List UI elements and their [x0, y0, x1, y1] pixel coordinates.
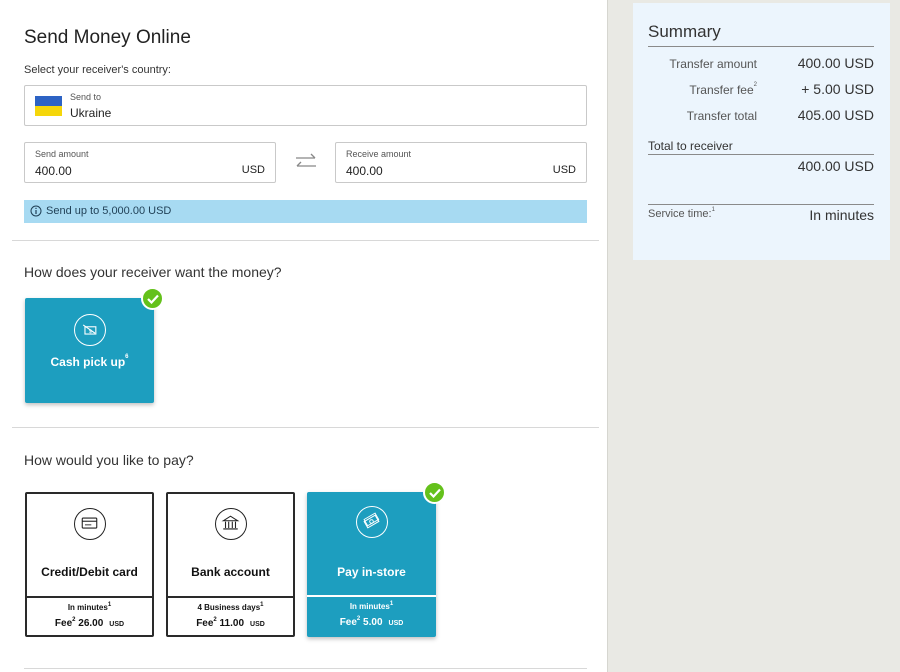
country-value: Ukraine	[70, 106, 112, 120]
summary-title: Summary	[648, 22, 721, 41]
section-divider	[24, 668, 587, 669]
send-limit-info: Send up to 5,000.00 USD	[24, 200, 587, 223]
bank-account-label: Bank account	[191, 565, 270, 579]
receive-method-title: How does your receiver want the money?	[24, 264, 282, 280]
section-divider	[12, 427, 599, 428]
pay-in-store-option[interactable]: Pay in-store In minutes1 Fee2 5.00 USD	[307, 492, 436, 637]
cash-pickup-icon: $	[73, 314, 106, 346]
total-to-receiver-label: Total to receiver	[648, 139, 733, 153]
country-field-label: Send to	[70, 92, 102, 102]
receive-amount-field[interactable]: Receive amount 400.00 USD	[335, 142, 587, 183]
cash-stack-icon	[355, 506, 388, 538]
summary-divider	[648, 204, 874, 205]
pay-in-store-label: Pay in-store	[337, 565, 406, 579]
tile-divider	[168, 596, 293, 598]
cash-pickup-label: Cash pick up6	[50, 354, 129, 369]
credit-card-label: Credit/Debit card	[41, 565, 138, 579]
summary-divider	[648, 46, 874, 47]
summary-row-value: 405.00 USD	[797, 107, 874, 123]
main-panel: Send Money Online Select your receiver's…	[0, 0, 608, 672]
receive-amount-value: 400.00	[346, 164, 383, 178]
credit-card-time: In minutes1	[67, 602, 112, 612]
send-currency: USD	[241, 164, 265, 176]
summary-panel: Summary Transfer amount 400.00 USD Trans…	[633, 3, 890, 260]
send-amount-field[interactable]: Send amount 400.00 USD	[24, 142, 276, 183]
bank-account-fee: Fee2 11.00 USD	[196, 617, 265, 629]
send-amount-label: Send amount	[35, 149, 89, 159]
summary-divider	[648, 154, 874, 155]
summary-row-transfer-amount: Transfer amount 400.00 USD	[648, 55, 874, 71]
pay-in-store-fee: Fee2 5.00 USD	[339, 616, 404, 628]
pay-in-store-time: In minutes1	[349, 601, 394, 611]
service-time-label: Service time:1	[648, 207, 715, 220]
summary-row-value: 400.00 USD	[797, 55, 874, 71]
tile-divider	[307, 595, 436, 597]
tile-divider	[27, 596, 152, 598]
country-select[interactable]: Send to Ukraine	[24, 85, 587, 126]
summary-row-label: Transfer fee2	[689, 82, 757, 97]
bank-account-time: 4 Business days1	[197, 602, 264, 612]
summary-row-transfer-total: Transfer total 405.00 USD	[648, 107, 874, 123]
page-title: Send Money Online	[24, 27, 191, 48]
receive-currency: USD	[552, 164, 576, 176]
bank-icon	[214, 508, 247, 540]
payment-method-title: How would you like to pay?	[24, 452, 194, 468]
send-amount-value: 400.00	[35, 164, 72, 178]
svg-text:$: $	[88, 329, 91, 335]
section-divider	[12, 240, 599, 241]
credit-card-fee: Fee2 26.00 USD	[54, 617, 125, 629]
ukraine-flag-icon	[35, 96, 62, 116]
total-to-receiver-value: 400.00 USD	[797, 158, 874, 174]
credit-card-icon	[73, 508, 106, 540]
summary-row-transfer-fee: Transfer fee2 + 5.00 USD	[648, 81, 874, 97]
info-icon	[30, 205, 42, 217]
summary-row-value: + 5.00 USD	[801, 81, 874, 97]
receive-amount-label: Receive amount	[346, 149, 412, 159]
cash-pickup-option[interactable]: $ Cash pick up6	[25, 298, 154, 403]
summary-row-label: Transfer amount	[669, 57, 757, 71]
send-limit-text: Send up to 5,000.00 USD	[46, 205, 172, 217]
swap-arrows-icon[interactable]	[294, 152, 318, 172]
pay-in-store-check-icon	[423, 481, 446, 504]
bank-account-option[interactable]: Bank account 4 Business days1 Fee2 11.00…	[166, 492, 295, 637]
summary-row-label: Transfer total	[686, 109, 757, 123]
country-prompt: Select your receiver's country:	[24, 64, 171, 76]
cash-pickup-check-icon	[141, 287, 164, 310]
credit-card-option[interactable]: Credit/Debit card In minutes1 Fee2 26.00…	[25, 492, 154, 637]
service-time-value: In minutes	[809, 207, 874, 223]
